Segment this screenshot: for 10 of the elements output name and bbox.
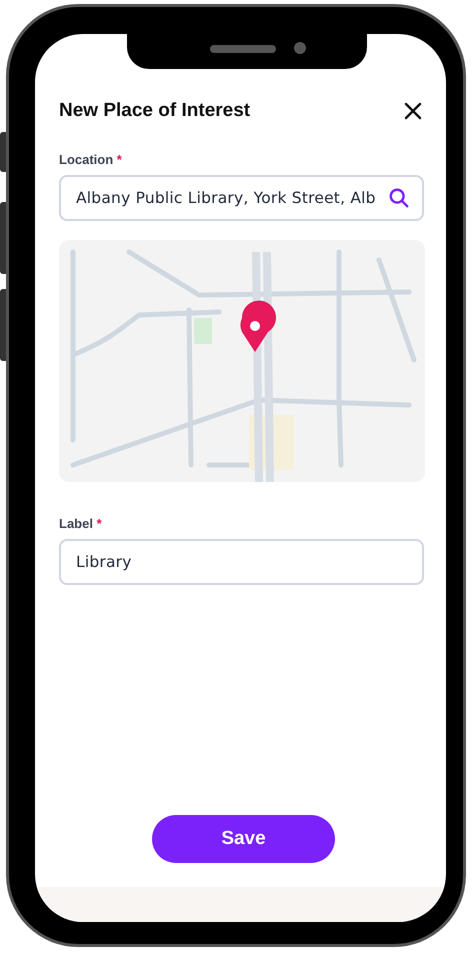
field-label: Location * — [59, 152, 123, 167]
search-field[interactable]: Albany Public Library, York Street, Alb — [59, 175, 424, 221]
close-button[interactable] — [402, 100, 424, 122]
field-label: Label * — [59, 516, 103, 531]
input-field[interactable]: Library — [59, 539, 424, 585]
search-icon[interactable] — [388, 187, 410, 209]
speaker-grille — [210, 45, 276, 53]
camera-dot — [294, 42, 306, 54]
dialog-title: New Place of Interest — [59, 100, 250, 122]
save-button[interactable]: Save — [152, 815, 335, 863]
